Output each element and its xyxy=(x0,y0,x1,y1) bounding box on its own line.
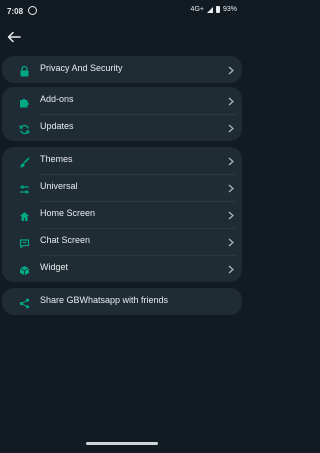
settings-item-themes[interactable]: Themes xyxy=(2,147,242,174)
chevron-right-icon xyxy=(228,121,234,133)
settings-item-label: Share GBWhatsapp with friends xyxy=(40,295,169,305)
chat-icon xyxy=(19,236,30,249)
settings-item-widget[interactable]: Widget xyxy=(2,255,242,282)
settings-item-updates[interactable]: Updates xyxy=(2,114,242,141)
settings-group-extensions: Add-ons Updates xyxy=(2,87,242,141)
chevron-right-icon xyxy=(228,154,234,166)
chevron-right-icon xyxy=(228,181,234,193)
settings-item-label: Chat Screen xyxy=(40,235,91,245)
puzzle-icon xyxy=(19,95,30,108)
settings-item-share[interactable]: Share GBWhatsapp with friends xyxy=(2,288,242,315)
status-time: 7:08 xyxy=(7,7,24,16)
chevron-right-icon xyxy=(228,208,234,220)
chevron-right-icon xyxy=(228,262,234,274)
sliders-icon xyxy=(19,182,30,194)
chevron-right-icon xyxy=(228,63,234,75)
chevron-right-icon xyxy=(228,235,234,247)
network-type: 4G+ xyxy=(190,6,204,13)
home-icon xyxy=(19,209,30,221)
lock-icon xyxy=(19,64,30,77)
settings-item-label: Privacy And Security xyxy=(40,63,123,73)
settings-group-share: Share GBWhatsapp with friends xyxy=(2,288,242,315)
back-arrow-icon[interactable] xyxy=(7,30,21,43)
settings-item-label: Home Screen xyxy=(40,208,96,218)
paintbrush-icon xyxy=(19,155,30,168)
settings-item-chat-screen[interactable]: Chat Screen xyxy=(2,228,242,255)
settings-item-label: Themes xyxy=(40,154,73,164)
settings-item-home-screen[interactable]: Home Screen xyxy=(2,201,242,228)
settings-group-security: Privacy And Security xyxy=(2,56,242,83)
battery-icon xyxy=(215,6,220,13)
signal-icon xyxy=(206,6,213,13)
settings-item-label: Updates xyxy=(40,121,74,131)
share-icon xyxy=(19,296,30,309)
settings-group-appearance: Themes Universal Home Screen Chat Screen… xyxy=(2,147,242,282)
status-bar: 7:08 4G+ 93% xyxy=(0,0,244,22)
whatsapp-notification-icon xyxy=(28,6,37,15)
home-indicator[interactable] xyxy=(86,442,158,445)
settings-item-universal[interactable]: Universal xyxy=(2,174,242,201)
refresh-icon xyxy=(19,122,30,135)
chevron-right-icon xyxy=(228,94,234,106)
settings-item-label: Widget xyxy=(40,262,69,272)
settings-item-label: Universal xyxy=(40,181,78,191)
settings-item-privacy[interactable]: Privacy And Security xyxy=(2,56,242,83)
settings-item-label: Add-ons xyxy=(40,94,74,104)
status-indicators: 4G+ 93% xyxy=(191,6,237,13)
battery-percent: 93% xyxy=(222,6,237,13)
settings-item-addons[interactable]: Add-ons xyxy=(2,87,242,114)
cube-icon xyxy=(19,263,30,276)
